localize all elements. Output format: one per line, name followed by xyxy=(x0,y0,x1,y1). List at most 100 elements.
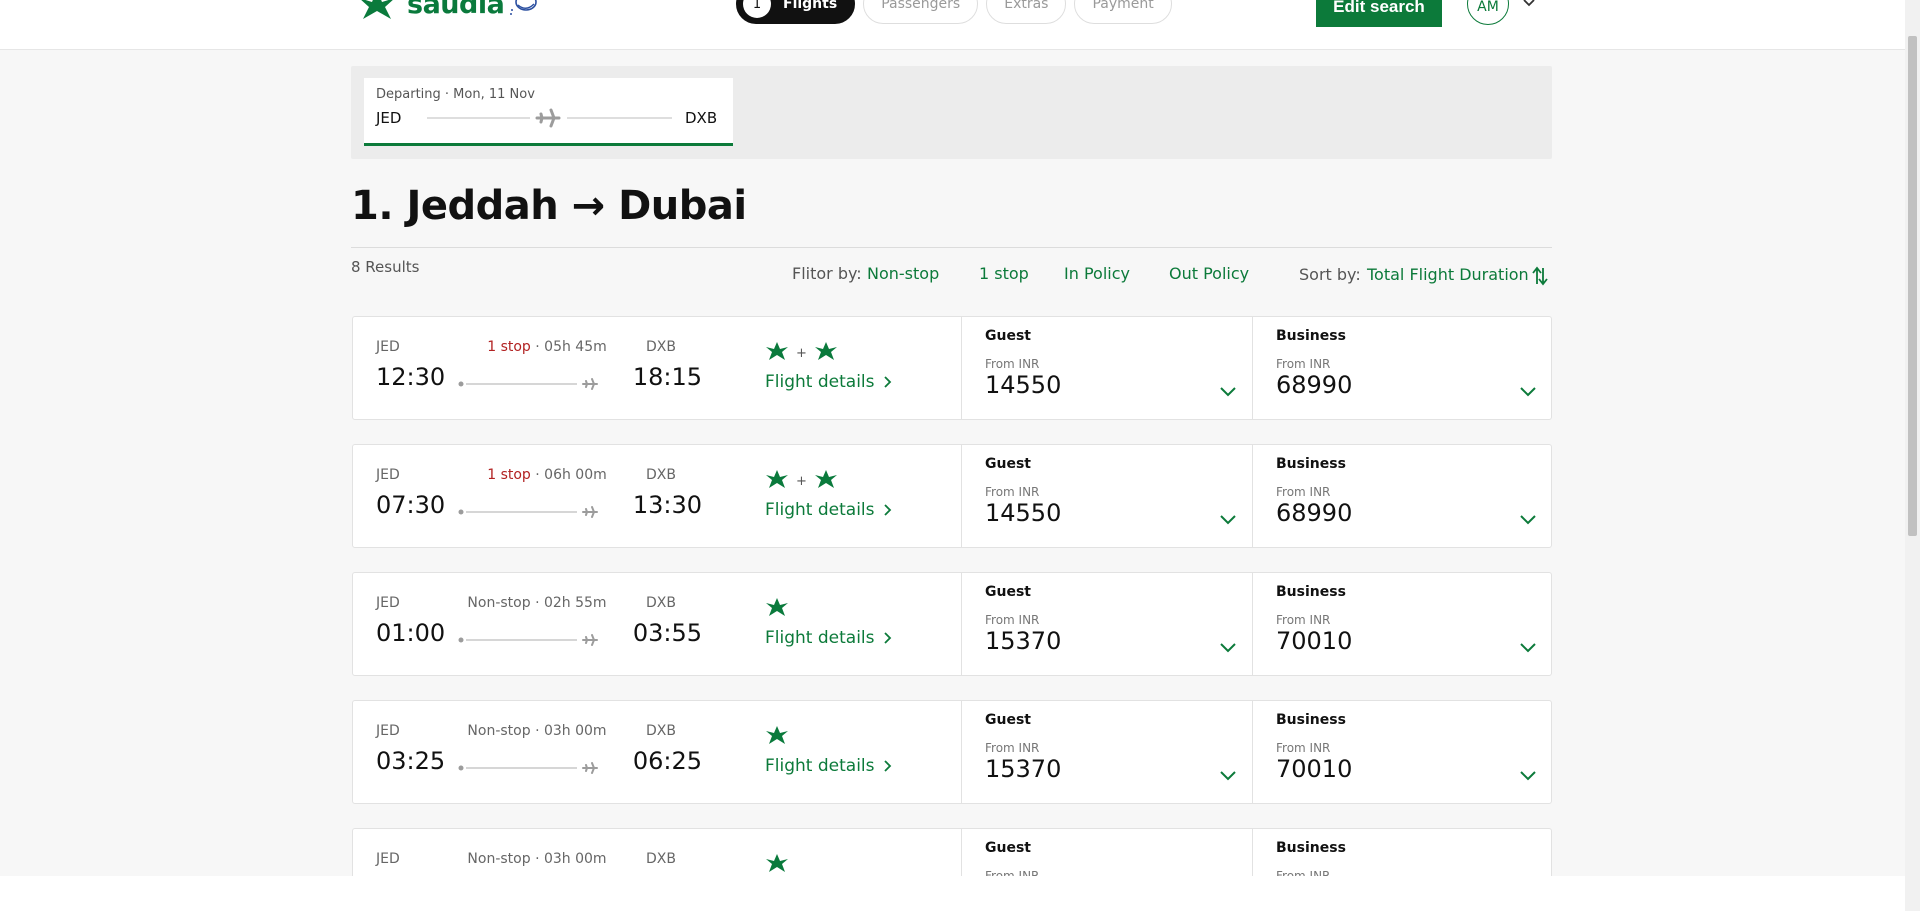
chevron-down-icon[interactable] xyxy=(1219,513,1237,527)
filter-out-policy[interactable]: Out Policy xyxy=(1169,264,1249,283)
arrival-airport: DXB xyxy=(646,851,676,867)
page-title: 1. Jeddah → Dubai xyxy=(351,183,747,229)
booking-steps: 1 Flights Passengers Extras Payment xyxy=(736,0,1172,24)
carrier-logos xyxy=(765,853,789,877)
saudia-carrier-icon xyxy=(765,341,789,365)
fare-from-label: From INR xyxy=(1276,741,1331,755)
guest-fare[interactable]: Guest From INR 14550 xyxy=(961,316,1253,420)
arrival-time: 03:55 xyxy=(632,619,702,647)
fare-class-name: Guest xyxy=(985,584,1031,600)
carrier-logos: + xyxy=(765,469,838,493)
plane-icon xyxy=(458,762,598,774)
plane-icon xyxy=(427,108,672,128)
plane-icon xyxy=(458,634,598,646)
departure-time: 12:30 xyxy=(376,363,446,391)
chevron-down-icon[interactable] xyxy=(1219,641,1237,655)
flight-details-label: Flight details xyxy=(765,500,875,520)
guest-fare[interactable]: Guest From INR 14550 xyxy=(961,444,1253,548)
flight-row[interactable]: JED 1 stop · 06h 00m DXB 07:30 13:30 + F… xyxy=(352,444,1552,548)
fare-price: 70010 xyxy=(1276,627,1353,655)
filter-1-stop[interactable]: 1 stop xyxy=(979,264,1029,283)
saudia-carrier-icon xyxy=(765,597,789,621)
fare-price: 15370 xyxy=(985,755,1062,783)
chevron-down-icon[interactable] xyxy=(1519,769,1537,783)
fare-from-label: From INR xyxy=(1276,357,1331,371)
edit-search-button[interactable]: Edit search xyxy=(1316,0,1442,27)
business-fare[interactable]: Business From INR 70010 xyxy=(1252,700,1553,804)
sort-arrows-icon[interactable] xyxy=(1531,265,1549,287)
departing-label: Departing · Mon, 11 Nov xyxy=(376,87,535,102)
step-flights[interactable]: 1 Flights xyxy=(736,0,856,24)
fare-from-label: From INR xyxy=(1276,613,1331,627)
chevron-down-icon[interactable] xyxy=(1519,641,1537,655)
fare-class-name: Guest xyxy=(985,456,1031,472)
filter-in-policy[interactable]: In Policy xyxy=(1064,264,1130,283)
fare-class-name: Business xyxy=(1276,712,1346,728)
fare-class-name: Business xyxy=(1276,840,1346,856)
step-number: 1 xyxy=(743,0,771,18)
flight-row[interactable]: JED 1 stop · 05h 45m DXB 12:30 18:15 + F… xyxy=(352,316,1552,420)
step-passengers[interactable]: Passengers xyxy=(863,0,979,24)
chevron-down-icon[interactable] xyxy=(1519,385,1537,399)
brand-name: saudia xyxy=(407,0,505,20)
flight-duration: Non-stop · 03h 00m xyxy=(467,723,607,739)
fare-class-name: Business xyxy=(1276,456,1346,472)
chevron-right-icon xyxy=(883,504,891,516)
step-extras[interactable]: Extras xyxy=(986,0,1067,24)
flight-details-link[interactable]: Flight details xyxy=(765,372,893,392)
flight-row[interactable]: JED Non-stop · 03h 00m DXB 03:25 06:25 F… xyxy=(352,700,1552,804)
departure-time: 07:30 xyxy=(376,491,446,519)
arrival-airport: DXB xyxy=(646,595,676,611)
scroll-thumb[interactable] xyxy=(1908,36,1917,536)
flight-row[interactable]: JED Non-stop · 02h 55m DXB 01:00 03:55 F… xyxy=(352,572,1552,676)
stops-count: 1 stop xyxy=(487,339,531,355)
fare-price: 68990 xyxy=(1276,499,1353,527)
flight-details-link[interactable]: Flight details xyxy=(765,628,893,648)
scrollbar[interactable] xyxy=(1905,0,1920,911)
departure-airport: JED xyxy=(376,723,400,739)
business-fare[interactable]: Business From INR 68990 xyxy=(1252,316,1553,420)
route-origin: JED xyxy=(376,109,402,127)
step-payment[interactable]: Payment xyxy=(1074,0,1172,24)
chevron-down-icon[interactable] xyxy=(1522,0,1536,10)
chevron-right-icon xyxy=(883,632,891,644)
flight-duration: Non-stop · 03h 00m xyxy=(467,851,607,867)
filter-non-stop[interactable]: Non-stop xyxy=(867,264,939,283)
flight-duration: · 05h 45m xyxy=(530,339,607,355)
sort-select[interactable]: Total Flight Duration xyxy=(1367,265,1529,284)
chevron-down-icon[interactable] xyxy=(1519,513,1537,527)
fare-class-name: Business xyxy=(1276,584,1346,600)
flight-details-link[interactable]: Flight details xyxy=(765,756,893,776)
step-label: Payment xyxy=(1092,0,1154,12)
fare-from-label: From INR xyxy=(985,741,1040,755)
route-tab[interactable]: Departing · Mon, 11 Nov JED DXB xyxy=(364,78,733,146)
avatar[interactable]: AM xyxy=(1467,0,1509,25)
business-fare[interactable]: Business From INR 70010 xyxy=(1252,572,1553,676)
fare-price: 68990 xyxy=(1276,371,1353,399)
departure-airport: JED xyxy=(376,595,400,611)
flight-details-link[interactable]: Flight details xyxy=(765,500,893,520)
flight-details-label: Flight details xyxy=(765,628,875,648)
guest-fare[interactable]: Guest From INR 15370 xyxy=(961,572,1253,676)
carrier-separator: + xyxy=(796,473,807,489)
carrier-logos xyxy=(765,725,789,749)
business-fare[interactable]: Business From INR 68990 xyxy=(1252,444,1553,548)
plane-icon xyxy=(458,506,598,518)
stops-duration: Non-stop · 03h 00m xyxy=(447,723,627,739)
carrier-logos xyxy=(765,597,789,621)
fare-class-name: Guest xyxy=(985,712,1031,728)
arrival-time: 13:30 xyxy=(632,491,702,519)
chevron-down-icon[interactable] xyxy=(1219,769,1237,783)
guest-fare[interactable]: Guest From INR 15370 xyxy=(961,700,1253,804)
flight-details-label: Flight details xyxy=(765,372,875,392)
departure-airport: JED xyxy=(376,851,400,867)
departure-time: 03:25 xyxy=(376,747,446,775)
stops-count: 1 stop xyxy=(487,467,531,483)
saudia-logo[interactable]: saudia xyxy=(355,0,505,22)
skyteam-logo-icon xyxy=(510,0,537,15)
stops-duration: Non-stop · 03h 00m xyxy=(447,851,627,867)
fare-from-label: From INR xyxy=(985,357,1040,371)
chevron-down-icon[interactable] xyxy=(1219,385,1237,399)
arrival-time: 06:25 xyxy=(632,747,702,775)
chevron-right-icon xyxy=(883,376,891,388)
